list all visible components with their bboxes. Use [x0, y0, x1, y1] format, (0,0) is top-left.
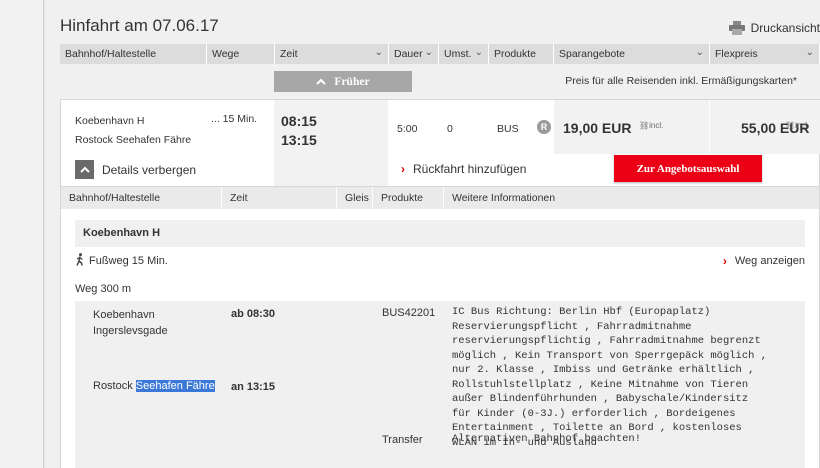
show-way-link[interactable]: › Weg anzeigen — [723, 254, 805, 268]
col-saver[interactable]: Sparangebote ⌄ — [554, 44, 710, 64]
details-column-header: Bahnhof/Haltestelle Zeit Gleis Produkte … — [61, 187, 819, 209]
station-heading: Koebenhavn H — [75, 220, 805, 247]
chevron-down-icon: ⌄ — [695, 47, 704, 58]
walking-person-icon — [75, 253, 85, 269]
col-time[interactable]: Zeit ⌄ — [275, 44, 389, 64]
leg-departure: ab 08:30 — [231, 308, 276, 320]
dcol-products: Produkte — [373, 187, 444, 209]
chevron-down-icon: ⌄ — [424, 47, 433, 58]
arrival-time: 13:15 — [281, 132, 317, 148]
dcol-info: Weitere Informationen — [452, 192, 556, 204]
col-station: Bahnhof/Haltestelle — [60, 44, 207, 64]
print-view-link[interactable]: Druckansicht — [728, 21, 820, 35]
transfer-label: Transfer — [382, 434, 423, 446]
leg-product: BUS42201 — [382, 307, 436, 319]
page-title: Hinfahrt am 07.06.17 — [60, 16, 219, 35]
offer-selection-button[interactable]: Zur Angebotsauswahl — [614, 155, 762, 182]
printer-icon — [728, 21, 745, 35]
dcol-time: Zeit — [222, 187, 337, 209]
price-note: Preis für alle Reisenden inkl. Ermäßigun… — [565, 75, 797, 87]
col-duration[interactable]: Dauer ⌄ — [389, 44, 439, 64]
discount-card-icon: ⛓ — [639, 121, 650, 130]
product: BUS — [497, 123, 519, 135]
to-station: Rostock Seehafen Fähre — [75, 134, 192, 146]
chevron-right-icon: › — [722, 254, 727, 268]
left-gutter — [0, 0, 44, 468]
discount-card-icon: ⛓ — [785, 121, 796, 130]
from-station: Koebenhavn H — [75, 115, 145, 127]
dcol-platform: Gleis — [337, 187, 373, 209]
dcol-station: Bahnhof/Haltestelle — [61, 187, 222, 209]
connection-details: Bahnhof/Haltestelle Zeit Gleis Produkte … — [60, 187, 820, 468]
reservation-badge: R — [537, 120, 551, 134]
connection-row[interactable]: Koebenhavn H Rostock Seehafen Fähre ... … — [60, 99, 820, 187]
results-column-header: Bahnhof/Haltestelle Wege Zeit ⌄ Dauer ⌄ Um… — [60, 44, 820, 64]
chevron-up-icon — [75, 160, 94, 179]
chevron-right-icon: › — [401, 162, 405, 176]
col-products: Produkte — [489, 44, 554, 64]
chevron-down-icon: ⌄ — [805, 47, 814, 58]
connection-results: Hinfahrt am 07.06.17 Druckansicht Bahnho… — [45, 0, 820, 468]
leg-arrival: an 13:15 — [231, 381, 276, 393]
leg-from-station: Koebenhavn Ingerslevsgade — [93, 309, 168, 337]
chevron-up-icon — [316, 76, 327, 88]
journey-leg: Koebenhavn Ingerslevsgade ab 08:30 Rosto… — [75, 301, 805, 468]
leg-to-station: Rostock Seehafen Fähre — [93, 380, 215, 392]
add-return-link[interactable]: › Rückfahrt hinzufügen — [401, 162, 526, 176]
transfer-note: Alternativen Bahnhof beachten! — [452, 433, 642, 445]
walk-time: ... 15 Min. — [211, 113, 258, 125]
departure-time: 08:15 — [281, 113, 317, 129]
incl-note: ⛓incl. — [639, 121, 664, 130]
changes: 0 — [447, 123, 453, 135]
hide-details-toggle[interactable]: Details verbergen — [75, 160, 196, 179]
earlier-button[interactable]: Früher — [274, 71, 412, 92]
col-changes[interactable]: Umst. ⌄ — [439, 44, 489, 64]
col-ways: Wege — [207, 44, 275, 64]
chevron-down-icon: ⌄ — [374, 47, 383, 58]
footway: Fußweg 15 Min. — [75, 253, 168, 269]
chevron-down-icon: ⌄ — [474, 47, 483, 58]
way-distance: Weg 300 m — [75, 283, 132, 295]
leg-info: IC Bus Richtung: Berlin Hbf (Europaplatz… — [452, 306, 768, 449]
col-flex[interactable]: Flexpreis ⌄ — [710, 44, 820, 64]
duration: 5:00 — [397, 123, 418, 135]
selected-text: Seehafen Fähre — [135, 380, 215, 392]
incl-note: ⛓incl. — [785, 121, 810, 130]
print-view-label: Druckansicht — [750, 21, 820, 35]
saver-price[interactable]: 19,00 EUR — [563, 120, 631, 136]
